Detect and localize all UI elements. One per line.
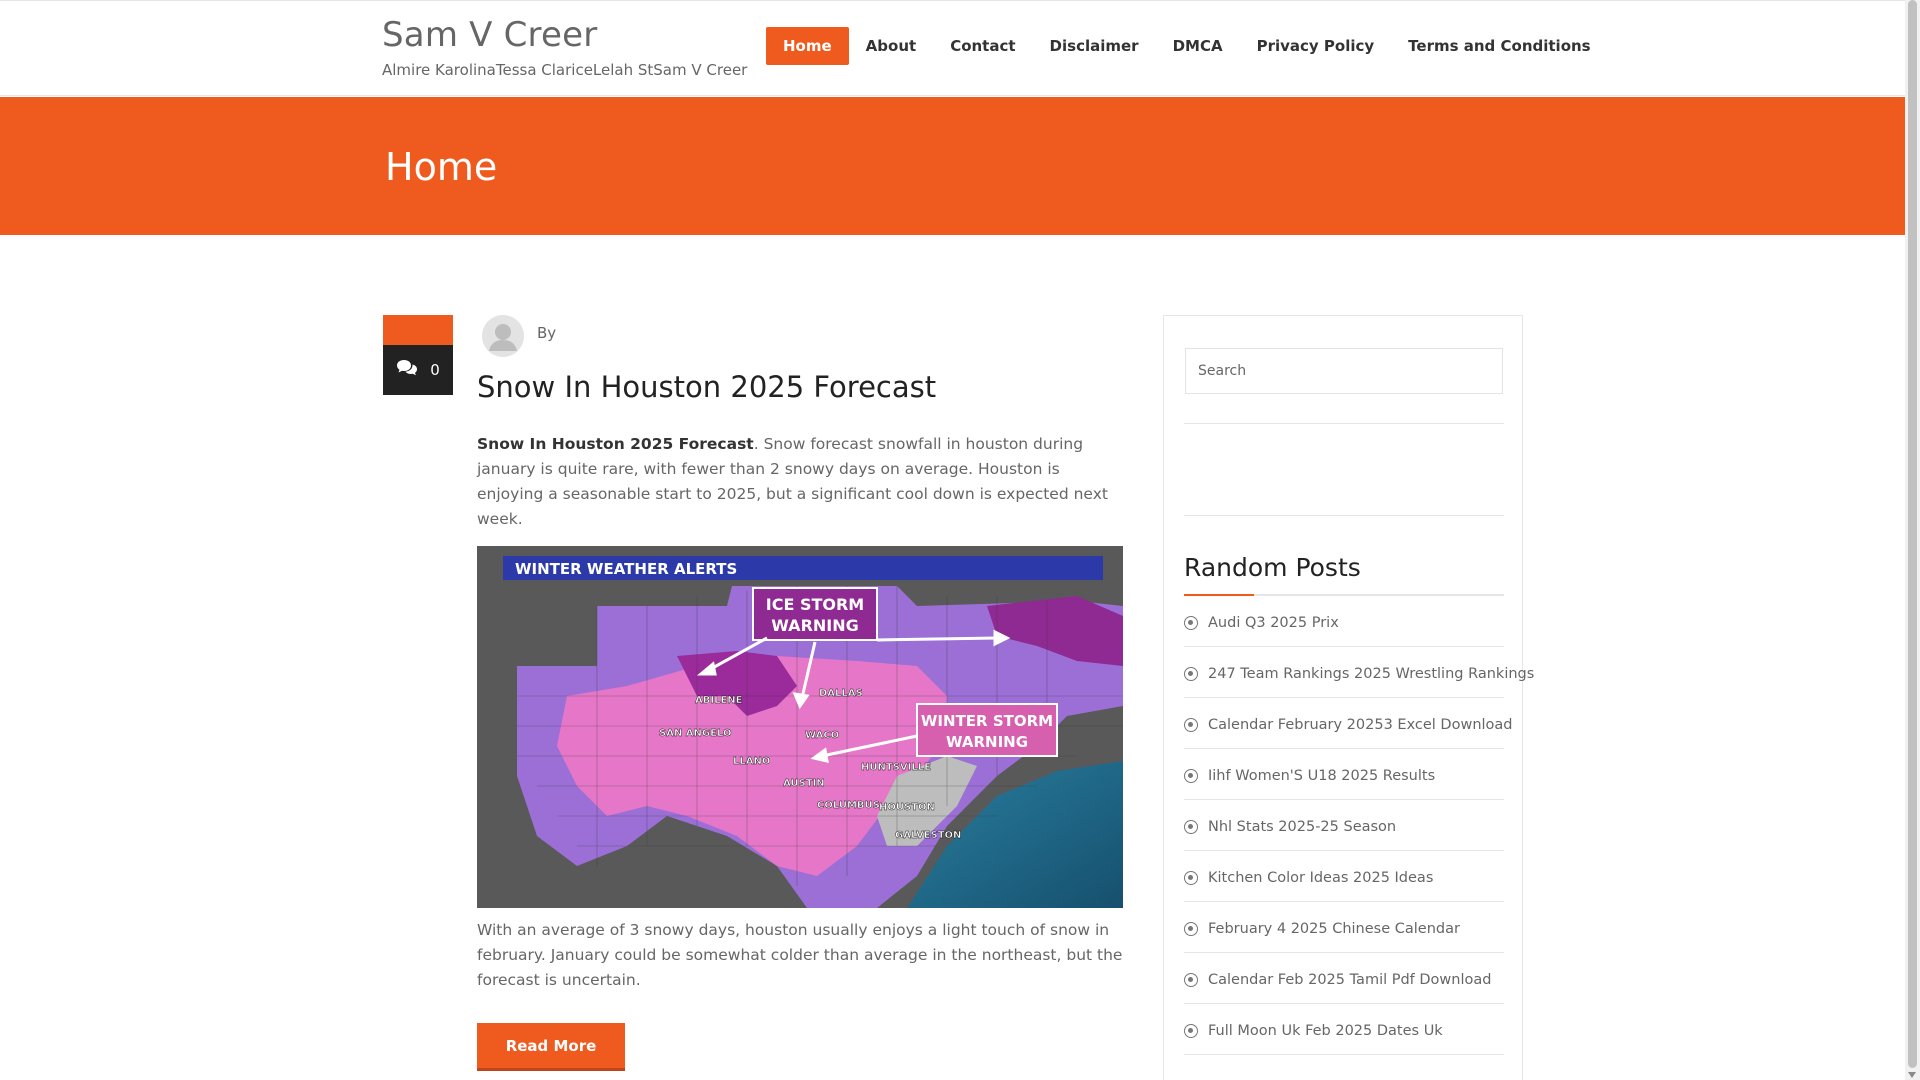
random-posts-list: Audi Q3 2025 Prix 247 Team Rankings 2025… xyxy=(1184,596,1534,1055)
sidebar-divider xyxy=(1184,515,1504,516)
random-post-label: Full Moon Uk Feb 2025 Dates Uk xyxy=(1208,1023,1443,1039)
bullet-target-icon xyxy=(1184,1024,1198,1038)
svg-text:WINTER STORM: WINTER STORM xyxy=(921,712,1053,730)
random-post-item[interactable]: Iihf Women'S U18 2025 Results xyxy=(1184,749,1504,800)
random-post-item[interactable]: Calendar February 20253 Excel Download xyxy=(1184,698,1513,749)
post-lead-bold: Snow In Houston 2025 Forecast xyxy=(477,435,754,453)
random-posts-title: Random Posts xyxy=(1184,553,1361,582)
sidebar: Random Posts Audi Q3 2025 Prix 247 Team … xyxy=(1163,315,1534,1080)
svg-text:ICE STORM: ICE STORM xyxy=(766,595,864,614)
site-title[interactable]: Sam V Creer xyxy=(382,15,597,55)
comments-count-value: 0 xyxy=(430,361,440,379)
post-lead: Snow In Houston 2025 Forecast. Snow fore… xyxy=(477,432,1127,532)
image-header-text: WINTER WEATHER ALERTS xyxy=(515,560,737,578)
author-avatar[interactable] xyxy=(482,315,524,357)
random-post-label: Iihf Women'S U18 2025 Results xyxy=(1208,768,1436,784)
comments-count[interactable]: 0 xyxy=(383,345,453,395)
bullet-target-icon xyxy=(1184,769,1198,783)
random-post-item[interactable]: Kitchen Color Ideas 2025 Ideas xyxy=(1184,851,1504,902)
post-featured-image[interactable]: WINTER WEATHER ALERTS ICE STORM WARNING … xyxy=(477,546,1123,908)
post-date-box: 0 xyxy=(383,315,453,395)
read-more-button[interactable]: Read More xyxy=(477,1023,625,1071)
nav-terms[interactable]: Terms and Conditions xyxy=(1391,27,1607,65)
sidebar-divider xyxy=(1184,423,1504,424)
svg-text:GALVESTON: GALVESTON xyxy=(895,830,961,841)
main-nav: Home About Contact Disclaimer DMCA Priva… xyxy=(766,27,1608,65)
nav-contact[interactable]: Contact xyxy=(933,27,1032,65)
scroll-down-icon[interactable] xyxy=(1908,1072,1916,1078)
random-post-label: Calendar February 20253 Excel Download xyxy=(1208,717,1513,733)
site-tagline: Almire KarolinaTessa ClariceLelah StSam … xyxy=(382,61,748,79)
bullet-target-icon xyxy=(1184,871,1198,885)
random-post-item[interactable]: Full Moon Uk Feb 2025 Dates Uk xyxy=(1184,1004,1504,1055)
svg-text:SAN ANGELO: SAN ANGELO xyxy=(659,728,731,739)
page-scrollbar[interactable] xyxy=(1905,0,1920,1080)
scrollbar-thumb[interactable] xyxy=(1908,0,1917,1068)
random-post-label: Nhl Stats 2025-25 Season xyxy=(1208,819,1397,835)
svg-text:WARNING: WARNING xyxy=(771,616,859,635)
search-input[interactable] xyxy=(1185,348,1503,394)
post-body: With an average of 3 snowy days, houston… xyxy=(477,921,1123,989)
random-post-label: Kitchen Color Ideas 2025 Ideas xyxy=(1208,870,1434,886)
page-banner: Home xyxy=(0,97,1905,235)
bullet-target-icon xyxy=(1184,973,1198,987)
site-header: Sam V Creer Almire KarolinaTessa Clarice… xyxy=(0,0,1905,96)
bullet-target-icon xyxy=(1184,820,1198,834)
author-by-label: By xyxy=(537,324,557,342)
date-accent xyxy=(383,315,453,345)
random-post-label: February 4 2025 Chinese Calendar xyxy=(1208,921,1460,937)
bullet-target-icon xyxy=(1184,616,1198,630)
svg-text:DALLAS: DALLAS xyxy=(819,688,863,699)
svg-text:COLUMBUS: COLUMBUS xyxy=(817,800,880,811)
svg-text:HOUSTON: HOUSTON xyxy=(879,802,935,813)
svg-text:ABILENE: ABILENE xyxy=(695,695,743,706)
random-post-label: Calendar Feb 2025 Tamil Pdf Download xyxy=(1208,972,1492,988)
nav-home[interactable]: Home xyxy=(766,27,849,65)
svg-text:WACO: WACO xyxy=(805,730,839,741)
random-post-label: 247 Team Rankings 2025 Wrestling Ranking… xyxy=(1208,666,1535,682)
nav-disclaimer[interactable]: Disclaimer xyxy=(1033,27,1156,65)
nav-about[interactable]: About xyxy=(849,27,934,65)
bullet-target-icon xyxy=(1184,667,1198,681)
bullet-target-icon xyxy=(1184,718,1198,732)
nav-dmca[interactable]: DMCA xyxy=(1156,27,1240,65)
random-post-label: Audi Q3 2025 Prix xyxy=(1208,615,1339,631)
svg-text:WARNING: WARNING xyxy=(946,733,1028,751)
svg-text:LLANO: LLANO xyxy=(733,756,770,767)
svg-text:HUNTSVILLE: HUNTSVILLE xyxy=(861,762,931,773)
random-post-item[interactable]: Audi Q3 2025 Prix xyxy=(1184,596,1504,647)
bullet-target-icon xyxy=(1184,922,1198,936)
random-post-item[interactable]: Nhl Stats 2025-25 Season xyxy=(1184,800,1504,851)
random-post-item[interactable]: February 4 2025 Chinese Calendar xyxy=(1184,902,1504,953)
svg-text:AUSTIN: AUSTIN xyxy=(783,778,825,789)
page-title: Home xyxy=(385,145,498,189)
comments-icon xyxy=(396,359,418,381)
post-title[interactable]: Snow In Houston 2025 Forecast xyxy=(477,370,936,404)
random-post-item[interactable]: Calendar Feb 2025 Tamil Pdf Download xyxy=(1184,953,1504,1004)
nav-privacy-policy[interactable]: Privacy Policy xyxy=(1240,27,1392,65)
random-post-item[interactable]: 247 Team Rankings 2025 Wrestling Ranking… xyxy=(1184,647,1534,698)
